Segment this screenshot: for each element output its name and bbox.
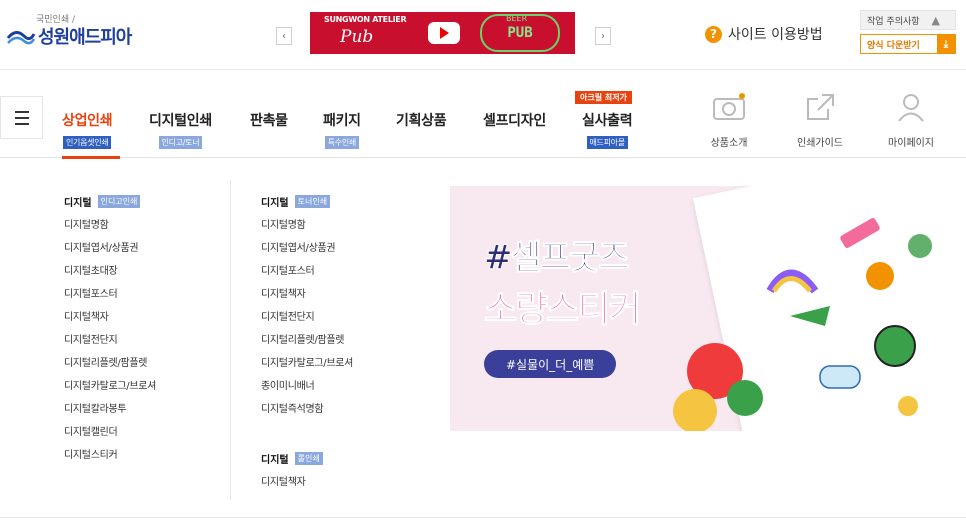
dropdown-column-toner: 디지털 토너인쇄 디지털명함 디지털엽서/상품권 디지털포스터 디지털책자 디지… bbox=[261, 193, 353, 425]
banner-neon-sign: PUB bbox=[480, 14, 560, 52]
category-tag: 롤인쇄 bbox=[294, 451, 323, 465]
promo-headline: #셀프굿즈 bbox=[484, 238, 631, 279]
work-notice-label: 작업 주의사항 bbox=[867, 16, 920, 27]
util-label: 마이페이지 bbox=[888, 138, 934, 149]
category-name: 디지털 bbox=[64, 197, 92, 209]
question-icon: ? bbox=[705, 25, 722, 43]
print-guide-link[interactable]: 인쇄가이드 bbox=[785, 92, 855, 149]
nav-planned-goods[interactable]: 기획상품 bbox=[396, 110, 447, 130]
main-navigation: 상업인쇄 인기옵셋인쇄 디지털인쇄 인디고/토너 판촉물 패키지 특수인쇄 기획… bbox=[0, 70, 966, 159]
promo-subheadline: 소량스티커 bbox=[484, 289, 643, 331]
category-tag: 토너인쇄 bbox=[294, 194, 331, 208]
dropdown-column-roll: 디지털 롤인쇄 디지털책자 bbox=[261, 450, 323, 498]
banner-brand: SUNGWON ATELIER bbox=[324, 15, 407, 24]
nav-sub-tag: 인기옵셋인쇄 bbox=[62, 136, 112, 149]
my-page-link[interactable]: 마이페이지 bbox=[876, 92, 946, 149]
banner-prev-button[interactable]: ‹ bbox=[276, 27, 292, 45]
menu-link[interactable]: 디지털명함 bbox=[261, 218, 353, 241]
menu-line bbox=[14, 110, 29, 113]
menu-line bbox=[14, 116, 29, 119]
category-title: 디지털 인디고인쇄 bbox=[64, 193, 156, 209]
brand-name: 성원애드피아 bbox=[38, 27, 132, 48]
nav-label: 실사출력 bbox=[582, 113, 633, 129]
menu-link[interactable]: 디지털초대장 bbox=[64, 264, 156, 287]
nav-package[interactable]: 패키지 특수인쇄 bbox=[323, 110, 361, 149]
menu-line bbox=[14, 122, 29, 125]
category-title: 디지털 토너인쇄 bbox=[261, 193, 353, 209]
menu-link[interactable]: 디지털카탈로그/브로셔 bbox=[261, 356, 353, 379]
menu-link[interactable]: 디지털즉석명함 bbox=[261, 402, 353, 425]
menu-link[interactable]: 디지털책자 bbox=[261, 287, 353, 310]
product-intro-link[interactable]: 상품소개 bbox=[694, 92, 764, 149]
nav-promo-goods[interactable]: 판촉물 bbox=[250, 110, 288, 130]
util-label: 상품소개 bbox=[710, 138, 748, 149]
site-guide-link[interactable]: ? 사이트 이용방법 bbox=[705, 24, 823, 44]
nav-label: 상업인쇄 bbox=[62, 113, 113, 129]
nav-sub-tag: 인디고/토너 bbox=[158, 136, 203, 149]
menu-link[interactable]: 디지털전단지 bbox=[261, 310, 353, 333]
menu-link[interactable]: 디지털전단지 bbox=[64, 333, 156, 356]
menu-link[interactable]: 디지털칼라봉투 bbox=[64, 402, 156, 425]
warning-icon: ▲ bbox=[931, 13, 941, 27]
acrylic-lowest-price-badge: 아크릴 최저가 bbox=[575, 91, 632, 104]
template-download-button[interactable]: 양식 다운받기 ⤓ bbox=[860, 34, 956, 54]
category-tag: 인디고인쇄 bbox=[97, 194, 141, 208]
nav-self-design[interactable]: 셀프디자인 bbox=[483, 110, 546, 130]
menu-link[interactable]: 종이미니배너 bbox=[261, 379, 353, 402]
menu-link[interactable]: 디지털카탈로그/브로셔 bbox=[64, 379, 156, 402]
menu-link[interactable]: 디지털엽서/상품권 bbox=[261, 241, 353, 264]
nav-large-format-print[interactable]: 실사출력 애드피아몰 bbox=[582, 110, 633, 149]
emoji-stickers-image bbox=[673, 343, 763, 431]
work-notice-button[interactable]: 작업 주의사항 ▲ bbox=[860, 10, 956, 30]
nav-label: 패키지 bbox=[323, 113, 361, 129]
nav-label: 셀프디자인 bbox=[483, 113, 546, 129]
menu-link[interactable]: 디지털캘린더 bbox=[64, 425, 156, 448]
play-icon bbox=[428, 22, 460, 44]
banner-next-button[interactable]: › bbox=[595, 27, 611, 45]
nav-label: 디지털인쇄 bbox=[149, 113, 212, 129]
download-icon: ⤓ bbox=[937, 35, 955, 53]
site-guide-label: 사이트 이용방법 bbox=[728, 27, 823, 43]
nav-digital-print[interactable]: 디지털인쇄 인디고/토너 bbox=[149, 110, 212, 149]
banner-script-text: Pub bbox=[340, 27, 374, 47]
nav-sub-tag: 특수인쇄 bbox=[324, 136, 359, 149]
dropdown-bottom-border bbox=[0, 517, 966, 518]
menu-link[interactable]: 디지털책자 bbox=[64, 310, 156, 333]
menu-link[interactable]: 디지털포스터 bbox=[64, 287, 156, 310]
menu-link[interactable]: 디지털책자 bbox=[261, 475, 323, 498]
column-divider bbox=[230, 180, 231, 500]
menu-link[interactable]: 디지털포스터 bbox=[261, 264, 353, 287]
menu-link[interactable]: 디지털명함 bbox=[64, 218, 156, 241]
promo-banner[interactable]: #셀프굿즈 소량스티커 #실물이_더_예쁨 bbox=[450, 186, 947, 431]
nav-commercial-print[interactable]: 상업인쇄 인기옵셋인쇄 bbox=[62, 110, 113, 149]
category-title: 디지털 롤인쇄 bbox=[261, 450, 323, 466]
user-icon bbox=[898, 94, 924, 122]
logo-mark-icon bbox=[6, 31, 36, 45]
promo-hashtag-pill: #실물이_더_예쁨 bbox=[484, 350, 617, 378]
category-name: 디지털 bbox=[261, 197, 289, 209]
dropdown-column-indigo: 디지털 인디고인쇄 디지털명함 디지털엽서/상품권 디지털초대장 디지털포스터 … bbox=[64, 193, 156, 471]
menu-link[interactable]: 디지털리플렛/팜플렛 bbox=[261, 333, 353, 356]
nav-label: 기획상품 bbox=[396, 113, 447, 129]
active-nav-indicator bbox=[62, 156, 120, 159]
category-name: 디지털 bbox=[261, 454, 289, 466]
menu-link[interactable]: 디지털리플렛/팜플렛 bbox=[64, 356, 156, 379]
menu-link[interactable]: 디지털스티커 bbox=[64, 448, 156, 471]
site-header: 국민인쇄 / 성원애드피아 ‹ SUNGWON ATELIER Pub BEER… bbox=[0, 0, 966, 70]
menu-link[interactable]: 디지털엽서/상품권 bbox=[64, 241, 156, 264]
nav-sub-tag: 애드피아몰 bbox=[586, 136, 628, 149]
nav-label: 판촉물 bbox=[250, 113, 288, 129]
util-label: 인쇄가이드 bbox=[797, 138, 843, 149]
hamburger-menu-button[interactable] bbox=[0, 96, 43, 139]
camera-icon bbox=[713, 93, 745, 120]
top-ad-banner[interactable]: SUNGWON ATELIER Pub BEER PUB bbox=[310, 12, 575, 54]
template-download-label: 양식 다운받기 bbox=[867, 40, 920, 51]
external-link-icon bbox=[807, 94, 834, 120]
